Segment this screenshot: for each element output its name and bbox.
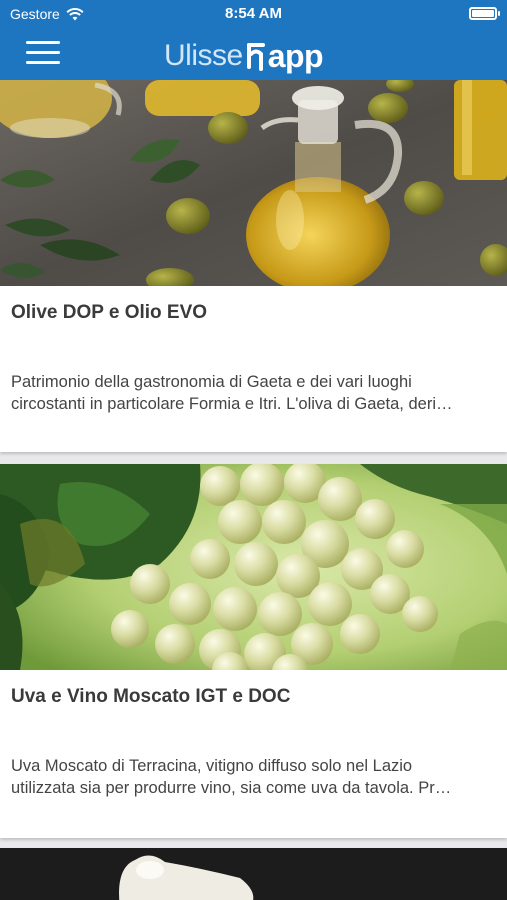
card-description: Patrimonio della gastronomia di Gaeta e … — [11, 371, 499, 415]
top-bar: Gestore 8:54 AM Ulisse app — [0, 0, 507, 80]
description-line: Patrimonio della gastronomia di Gaeta e … — [11, 373, 412, 391]
nav-bar: Ulisse app — [0, 28, 507, 80]
product-card-partial[interactable] — [0, 848, 507, 900]
card-title: Uva e Vino Moscato IGT e DOC — [11, 686, 291, 707]
logo-text-left: Ulisse — [164, 39, 243, 72]
status-bar: Gestore 8:54 AM — [0, 0, 507, 28]
cheese-photo — [0, 848, 507, 900]
product-card-olive[interactable]: Olive DOP e Olio EVO Patrimonio della ga… — [0, 80, 507, 452]
card-description: Uva Moscato di Terracina, vitigno diffus… — [11, 755, 499, 799]
product-card-grapes[interactable]: Uva e Vino Moscato IGT e DOC Uva Moscato… — [0, 464, 507, 838]
card-title: Olive DOP e Olio EVO — [11, 302, 208, 323]
description-line: utilizzata sia per produrre vino, sia co… — [11, 779, 452, 797]
olive-oil-photo — [0, 80, 507, 286]
product-list: Olive DOP e Olio EVO Patrimonio della ga… — [0, 80, 507, 900]
status-time: 8:54 AM — [225, 5, 282, 22]
description-line: circostanti in particolare Formia e Itri… — [11, 395, 453, 413]
logo-mark-icon — [246, 43, 265, 71]
app-logo: Ulisse app — [164, 34, 324, 74]
menu-icon[interactable] — [26, 41, 60, 65]
grapes-photo — [0, 464, 507, 670]
logo-text-right: app — [267, 38, 324, 74]
battery-icon — [469, 7, 500, 20]
description-line: Uva Moscato di Terracina, vitigno diffus… — [11, 757, 413, 775]
